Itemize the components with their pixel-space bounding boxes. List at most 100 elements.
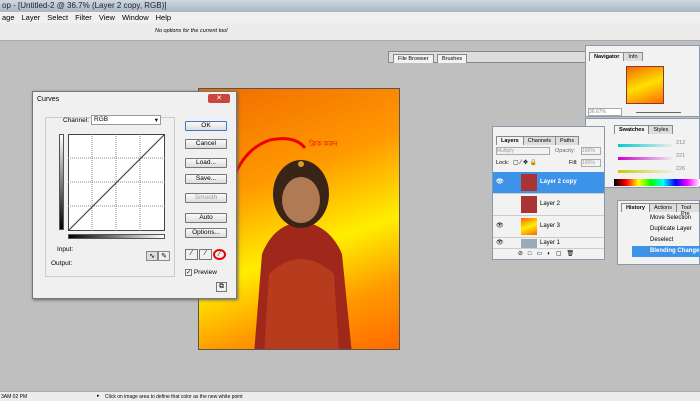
- menu-filter[interactable]: Filter: [75, 13, 92, 22]
- checkbox-icon: ✓: [185, 269, 192, 276]
- tab-paths[interactable]: Paths: [555, 136, 580, 145]
- smooth-button[interactable]: Smooth: [185, 193, 227, 203]
- layer-name: Layer 3: [540, 223, 561, 229]
- history-item-label: Deselect: [650, 237, 674, 243]
- layer-thumbnail: [521, 174, 537, 191]
- menu-help[interactable]: Help: [156, 13, 171, 22]
- curve-tool-icon[interactable]: ∿: [146, 251, 158, 261]
- zoom-field[interactable]: 36.67%: [588, 108, 622, 116]
- tab-actions[interactable]: Actions: [648, 203, 677, 212]
- history-item[interactable]: Move Selection: [618, 213, 699, 224]
- status-time: 3AM 02 PM: [1, 394, 28, 400]
- yellow-value[interactable]: 226: [676, 166, 685, 172]
- input-label: Input:: [57, 246, 74, 253]
- menu-image[interactable]: age: [2, 13, 15, 22]
- tab-info[interactable]: Info: [623, 52, 643, 61]
- tab-navigator[interactable]: Navigator: [589, 52, 625, 61]
- history-item[interactable]: Deselect: [618, 235, 699, 246]
- history-panel: History Actions Tool Pre Move Selection Du…: [617, 200, 700, 265]
- layer-row[interactable]: Layer 2: [493, 194, 604, 216]
- annotation-text: ক্লিক করুন: [309, 141, 338, 148]
- cyan-slider[interactable]: [618, 144, 673, 147]
- menu-layer[interactable]: Layer: [22, 13, 41, 22]
- history-item-label: Duplicate Layer: [650, 226, 692, 232]
- tab-file-browser[interactable]: File Browser: [393, 54, 434, 63]
- layers-footer-icons[interactable]: ⊘□▭◐▢🗑: [493, 250, 604, 260]
- layer-thumbnail: [521, 239, 537, 248]
- auto-button[interactable]: Auto: [185, 213, 227, 223]
- tab-layers[interactable]: Layers: [496, 136, 524, 145]
- curve-graph[interactable]: [68, 134, 165, 231]
- tab-styles[interactable]: Styles: [648, 125, 674, 134]
- tab-brushes[interactable]: Brushes: [437, 54, 468, 63]
- black-eyedropper-icon[interactable]: ⁄: [185, 249, 198, 260]
- menu-view[interactable]: View: [99, 13, 115, 22]
- history-item-label: Move Selection: [650, 215, 692, 221]
- zoom-slider[interactable]: [636, 112, 681, 113]
- lock-label: Lock:: [496, 160, 510, 166]
- layer-name: Layer 1: [540, 240, 561, 246]
- history-item-label: Blending Change: [650, 248, 700, 254]
- channel-value: RGB: [94, 116, 109, 123]
- options-button[interactable]: Options...: [185, 228, 227, 238]
- layer-name: Layer 2 copy: [540, 179, 577, 185]
- blend-mode-select[interactable]: Multiply: [496, 147, 550, 155]
- menu-window[interactable]: Window: [122, 13, 149, 22]
- menu-select[interactable]: Select: [47, 13, 68, 22]
- ok-button[interactable]: OK: [185, 121, 227, 131]
- pencil-tool-icon[interactable]: ✎: [158, 251, 170, 261]
- tab-history[interactable]: History: [621, 203, 650, 212]
- load-button[interactable]: Load...: [185, 158, 227, 168]
- opacity-field[interactable]: 100%: [581, 147, 601, 155]
- curves-group: Channel: RGB ▾ Input: Output: ∿ ✎: [45, 115, 175, 277]
- status-bar: 3AM 02 PM ▸ Click on image area to defin…: [0, 391, 700, 401]
- dialog-title: Curves: [37, 96, 60, 103]
- layer-row[interactable]: 👁 Layer 2 copy: [493, 172, 604, 194]
- save-button[interactable]: Save...: [185, 174, 227, 184]
- history-item[interactable]: Blending Change: [632, 246, 700, 257]
- tab-tool-presets[interactable]: Tool Pre: [676, 203, 700, 217]
- fill-field[interactable]: 100%: [581, 159, 601, 167]
- layer-thumbnail: [521, 196, 537, 213]
- cursor-icon: ▸: [97, 393, 100, 399]
- menu-bar: age Layer Select Filter View Window Help: [0, 12, 700, 23]
- magenta-value[interactable]: 221: [676, 153, 685, 159]
- eye-icon[interactable]: 👁: [496, 178, 504, 185]
- layer-row[interactable]: 👁 Layer 1: [493, 238, 604, 249]
- input-gradient[interactable]: [68, 234, 165, 239]
- white-eyedropper-icon[interactable]: ⁄: [213, 249, 226, 260]
- tab-swatches[interactable]: Swatches: [614, 125, 650, 134]
- gray-eyedropper-icon[interactable]: ⁄: [199, 249, 212, 260]
- history-item[interactable]: Duplicate Layer: [618, 224, 699, 235]
- curves-dialog: Curves ✕ Channel: RGB ▾ Input: Output: ∿ …: [32, 91, 237, 299]
- channel-label: Channel:: [63, 117, 90, 124]
- output-label: Output:: [51, 260, 73, 267]
- layer-thumbnail: [521, 218, 537, 235]
- preview-label: Preview: [193, 269, 217, 276]
- yellow-slider[interactable]: [618, 170, 673, 173]
- navigator-thumbnail[interactable]: [626, 66, 664, 104]
- lock-icons[interactable]: ▢ ⁄ ✥ 🔒: [513, 159, 537, 166]
- cancel-button[interactable]: Cancel: [185, 139, 227, 149]
- channel-select[interactable]: RGB ▾: [91, 115, 161, 125]
- fill-label: Fill:: [569, 160, 578, 166]
- output-gradient: [59, 134, 64, 230]
- color-ramp[interactable]: [614, 179, 700, 186]
- tab-channels[interactable]: Channels: [522, 136, 556, 145]
- eye-icon[interactable]: 👁: [496, 222, 504, 229]
- layer-row[interactable]: 👁 Layer 3: [493, 216, 604, 238]
- options-bar: No options for the current tool File Bro…: [0, 23, 700, 63]
- navigator-panel: Navigator Info 36.67%: [585, 45, 700, 117]
- title-bar: op - [Untitled-2 @ 36.7% (Layer 2 copy, …: [0, 0, 700, 12]
- layer-name: Layer 2: [540, 201, 561, 207]
- preview-checkbox[interactable]: ✓ Preview: [185, 269, 217, 276]
- options-message: No options for the current tool: [155, 28, 228, 34]
- close-button[interactable]: ✕: [208, 94, 230, 103]
- magenta-slider[interactable]: [618, 157, 673, 160]
- cyan-value[interactable]: 212: [676, 140, 685, 146]
- status-message: Click on image area to define that color…: [105, 394, 243, 400]
- opacity-label: Opacity:: [555, 148, 576, 154]
- layers-panel: Layers Channels Paths Multiply Opacity: 10…: [492, 126, 605, 260]
- eye-icon[interactable]: 👁: [496, 239, 504, 246]
- expand-icon[interactable]: ⧉: [216, 282, 227, 292]
